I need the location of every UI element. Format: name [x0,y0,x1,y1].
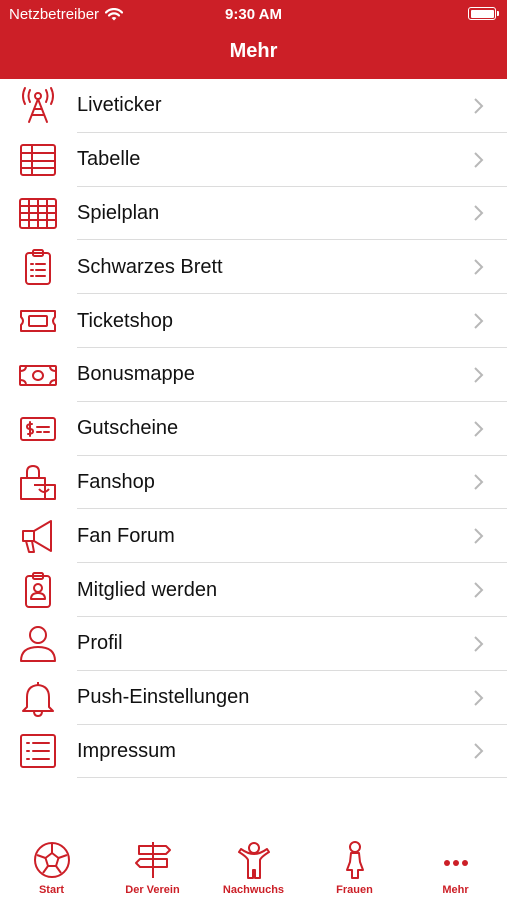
voucher-icon [17,408,59,450]
menu-item-profil[interactable]: Profil [0,617,507,671]
menu-item-label: Mitglied werden [77,578,218,601]
status-time: 9:30 AM [225,6,282,23]
clipboard-icon [17,246,59,288]
shopping-bag-icon [17,461,59,503]
chevron-right-icon [474,474,484,491]
menu-item-push-einstellungen[interactable]: Push-Einstellungen [0,671,507,725]
menu-item-spielplan[interactable]: Spielplan [0,187,507,241]
menu-list: Liveticker Tabelle Spielplan Schwarzes B… [0,79,507,779]
woman-icon [345,841,364,879]
tab-der-verein[interactable]: Der Verein [102,840,203,896]
ticket-icon [17,300,59,342]
soccer-ball-icon [33,842,70,878]
menu-item-label: Liveticker [77,94,162,117]
chevron-right-icon [474,313,484,329]
menu-item-label: Fan Forum [77,524,175,547]
tab-label: Start [38,884,65,896]
child-icon [237,842,270,879]
chevron-right-icon [474,582,484,598]
tab-bar: Start Der Verein Nachwuchs Frauen Mehr [0,836,507,900]
tab-label: Frauen [336,884,373,896]
battery-icon [468,7,499,20]
menu-item-label: Gutscheine [77,417,179,440]
menu-item-label: Ticketshop [77,309,173,332]
person-icon [17,623,59,665]
tab-frauen[interactable]: Frauen [304,840,405,896]
bell-icon [17,677,59,719]
menu-item-liveticker[interactable]: Liveticker [0,79,507,133]
menu-item-label: Bonusmappe [77,363,195,386]
id-badge-icon [17,569,59,611]
menu-item-tabelle[interactable]: Tabelle [0,133,507,187]
tab-nachwuchs[interactable]: Nachwuchs [203,840,304,896]
menu-item-mitglied-werden[interactable]: Mitglied werden [0,563,507,617]
chevron-right-icon [474,151,484,168]
menu-item-label: Spielplan [77,201,160,224]
antenna-icon [17,85,59,127]
menu-item-ticketshop[interactable]: Ticketshop [0,294,507,348]
megaphone-icon [17,515,59,557]
menu-item-fan-forum[interactable]: Fan Forum [0,509,507,563]
tab-label: Mehr [442,884,469,896]
banknote-icon [17,354,59,396]
status-bar: Netzbetreiber 9:30 AM [0,0,507,28]
menu-item-fanshop[interactable]: Fanshop [0,456,507,510]
table-icon [17,139,59,181]
tab-start[interactable]: Start [1,840,102,896]
menu-item-label: Profil [77,632,123,655]
menu-item-label: Tabelle [77,148,141,171]
chevron-right-icon [474,367,484,383]
chevron-right-icon [474,205,484,222]
menu-item-label: Push-Einstellungen [77,686,250,709]
menu-item-schwarzes-brett[interactable]: Schwarzes Brett [0,240,507,294]
chevron-right-icon [474,636,484,652]
menu-item-gutscheine[interactable]: Gutscheine [0,402,507,456]
tab-label: Der Verein [125,884,180,896]
signpost-icon [134,842,171,878]
menu-item-impressum[interactable]: Impressum [0,725,507,779]
more-dots-icon [443,860,468,866]
menu-item-label: Fanshop [77,470,155,493]
tab-mehr[interactable]: Mehr [405,840,506,896]
chevron-right-icon [474,420,484,437]
list-icon [17,730,59,772]
chevron-right-icon [474,98,484,114]
chevron-right-icon [474,743,484,760]
tab-label: Nachwuchs [222,884,285,896]
grid-icon [17,192,59,234]
page-title: Mehr [229,40,278,62]
menu-item-label: Schwarzes Brett [77,255,223,278]
navigation-bar: Netzbetreiber 9:30 AM Mehr [0,0,507,79]
chevron-right-icon [474,528,484,544]
menu-item-label: Impressum [77,739,176,762]
chevron-right-icon [474,259,484,275]
chevron-right-icon [474,689,484,706]
menu-item-bonusmappe[interactable]: Bonusmappe [0,348,507,402]
